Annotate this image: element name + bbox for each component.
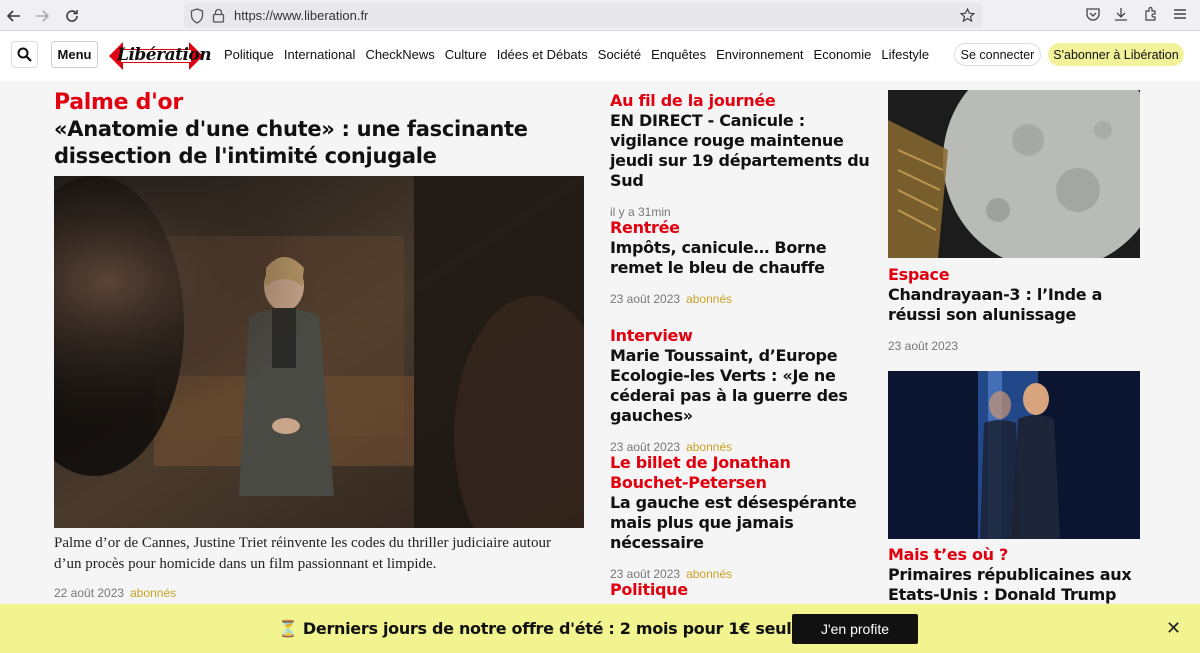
promo-banner-message: Derniers jours de notre offre d'été : 2 … — [302, 619, 848, 638]
address-bar[interactable]: https://www.liberation.fr — [184, 3, 982, 28]
nav-item-lifestyle[interactable]: Lifestyle — [881, 47, 929, 62]
hamburger-menu-icon[interactable] — [1172, 6, 1190, 24]
article-title[interactable]: Marie Toussaint, d’Europe Ecologie-les V… — [610, 346, 870, 426]
menu-button[interactable]: Menu — [51, 41, 98, 68]
moon-photo — [888, 90, 1140, 258]
main-article-description: Palme d’or de Cannes, Justine Triet réin… — [54, 535, 551, 572]
extensions-icon[interactable] — [1143, 6, 1161, 24]
site-header: Menu Libération Politique International … — [0, 31, 1200, 81]
article-kicker[interactable]: Le billet de Jonathan Bouchet-Petersen — [610, 453, 870, 493]
close-icon[interactable]: ✕ — [1166, 618, 1181, 639]
search-button[interactable] — [11, 41, 38, 68]
courtroom-photo — [54, 176, 584, 528]
article-meta: il y a 31min — [610, 205, 870, 219]
article-meta: 23 août 2023 — [888, 339, 1148, 353]
article-kicker[interactable]: Mais t’es où ? — [888, 545, 1148, 565]
login-button[interactable]: Se connecter — [954, 43, 1041, 66]
article-date: il y a 31min — [610, 205, 671, 219]
url-text[interactable]: https://www.liberation.fr — [234, 8, 368, 23]
promo-banner-text: ⏳ Derniers jours de notre offre d'été : … — [278, 619, 848, 638]
article-kicker[interactable]: Politique — [610, 580, 870, 600]
article-title[interactable]: La gauche est désespérante mais plus que… — [610, 493, 870, 553]
main-article-kicker[interactable]: Palme d'or — [54, 90, 183, 115]
trump-photo — [888, 371, 1140, 539]
forward-icon[interactable] — [32, 6, 52, 26]
nav-item-international[interactable]: International — [284, 47, 356, 62]
list-item[interactable]: Rentrée Impôts, canicule… Borne remet le… — [610, 218, 870, 306]
browser-toolbar: https://www.liberation.fr — [0, 0, 1200, 31]
main-article-date: 22 août 2023 — [54, 586, 125, 600]
list-item[interactable]: Le billet de Jonathan Bouchet-Petersen L… — [610, 453, 870, 581]
bookmark-star-icon[interactable] — [959, 7, 976, 24]
nav-item-societe[interactable]: Société — [598, 47, 641, 62]
nav-item-environnement[interactable]: Environnement — [716, 47, 803, 62]
download-icon[interactable] — [1113, 6, 1131, 24]
article-kicker[interactable]: Espace — [888, 265, 1148, 285]
nav-item-politique[interactable]: Politique — [224, 47, 274, 62]
list-item[interactable]: Espace Chandrayaan-3 : l’Inde a réussi s… — [888, 265, 1148, 353]
article-kicker[interactable]: Au fil de la journée — [610, 91, 870, 111]
search-icon — [17, 47, 32, 62]
article-title[interactable]: EN DIRECT - Canicule : vigilance rouge m… — [610, 111, 870, 191]
article-date: 23 août 2023 — [610, 440, 681, 454]
main-article-title[interactable]: «Anatomie d'une chute» : une fascinante … — [54, 116, 594, 170]
trump-image[interactable] — [888, 371, 1140, 539]
article-meta: 23 août 2023 abonnés — [610, 567, 870, 581]
main-article-meta: 22 août 2023 abonnés — [54, 586, 176, 600]
article-kicker[interactable]: Interview — [610, 326, 870, 346]
moon-image[interactable] — [888, 90, 1140, 258]
pocket-icon[interactable] — [1085, 6, 1103, 24]
nav-item-idees-et-debats[interactable]: Idées et Débats — [497, 47, 588, 62]
main-article-image[interactable] — [54, 176, 584, 528]
article-title[interactable]: Chandrayaan-3 : l’Inde a réussi son alun… — [888, 285, 1148, 325]
article-date: 23 août 2023 — [610, 567, 681, 581]
nav-item-culture[interactable]: Culture — [445, 47, 487, 62]
nav-item-economie[interactable]: Economie — [814, 47, 872, 62]
list-item[interactable]: Politique — [610, 580, 870, 600]
nav-item-enquetes[interactable]: Enquêtes — [651, 47, 706, 62]
subscribe-button[interactable]: S'abonner à Libération — [1048, 43, 1184, 66]
back-icon[interactable] — [4, 6, 24, 26]
hourglass-icon: ⏳ — [278, 619, 298, 638]
promo-cta-button[interactable]: J'en profite — [792, 614, 918, 644]
shield-icon[interactable] — [190, 8, 206, 24]
article-badge: abonnés — [686, 440, 733, 454]
logo-text: Libération — [117, 45, 212, 65]
article-meta: 23 août 2023 abonnés — [610, 292, 870, 306]
reload-icon[interactable] — [62, 6, 82, 26]
promo-banner: ⏳ Derniers jours de notre offre d'été : … — [0, 604, 1200, 653]
article-badge: abonnés — [686, 567, 733, 581]
list-item[interactable]: Interview Marie Toussaint, d’Europe Ecol… — [610, 326, 870, 454]
article-date: 23 août 2023 — [888, 339, 959, 353]
article-badge: abonnés — [686, 292, 733, 306]
article-title[interactable]: Impôts, canicule… Borne remet le bleu de… — [610, 238, 870, 278]
list-item[interactable]: Au fil de la journée EN DIRECT - Canicul… — [610, 91, 870, 219]
main-nav: Politique International CheckNews Cultur… — [224, 47, 939, 62]
article-date: 23 août 2023 — [610, 292, 681, 306]
article-kicker[interactable]: Rentrée — [610, 218, 870, 238]
main-article-badge: abonnés — [130, 586, 177, 600]
lock-icon[interactable] — [212, 8, 228, 24]
nav-item-checknews[interactable]: CheckNews — [365, 47, 434, 62]
article-meta: 23 août 2023 abonnés — [610, 440, 870, 454]
liberation-logo[interactable]: Libération — [109, 40, 212, 72]
